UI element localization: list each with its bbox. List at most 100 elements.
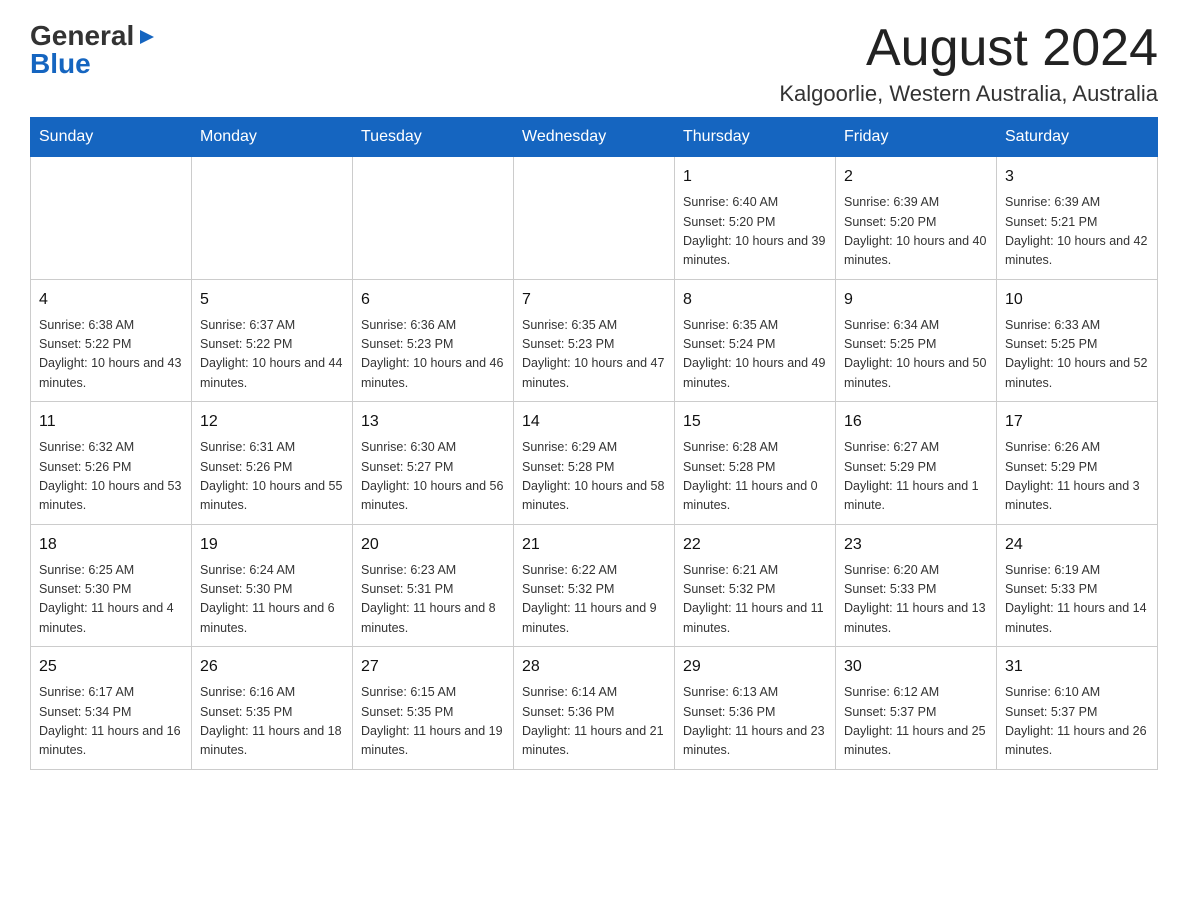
calendar-day-cell: 27 Sunrise: 6:15 AM Sunset: 5:35 PM Dayli… bbox=[353, 647, 514, 770]
day-number: 7 bbox=[522, 288, 666, 312]
day-number: 4 bbox=[39, 288, 183, 312]
day-info: Sunrise: 6:22 AM Sunset: 5:32 PM Dayligh… bbox=[522, 561, 666, 639]
calendar-day-cell: 1Sunrise: 6:40 AM Sunset: 5:20 PM Daylig… bbox=[675, 157, 836, 280]
page-header: General Blue August 2024 Kalgoorlie, Wes… bbox=[30, 20, 1158, 107]
day-number: 12 bbox=[200, 410, 344, 434]
day-number: 21 bbox=[522, 533, 666, 557]
day-number: 15 bbox=[683, 410, 827, 434]
day-number: 27 bbox=[361, 655, 505, 679]
day-number: 11 bbox=[39, 410, 183, 434]
calendar-day-cell: 30 Sunrise: 6:12 AM Sunset: 5:37 PM Dayli… bbox=[836, 647, 997, 770]
day-number: 28 bbox=[522, 655, 666, 679]
calendar-day-cell: 16 Sunrise: 6:27 AM Sunset: 5:29 PM Dayli… bbox=[836, 402, 997, 525]
logo-triangle-icon bbox=[136, 26, 158, 48]
day-number: 14 bbox=[522, 410, 666, 434]
calendar-day-cell: 18 Sunrise: 6:25 AM Sunset: 5:30 PM Dayli… bbox=[31, 524, 192, 647]
day-number: 18 bbox=[39, 533, 183, 557]
calendar-day-cell: 17 Sunrise: 6:26 AM Sunset: 5:29 PM Dayli… bbox=[997, 402, 1158, 525]
day-info: Sunrise: 6:15 AM Sunset: 5:35 PM Dayligh… bbox=[361, 683, 505, 761]
calendar-day-cell: 25Sunrise: 6:17 AM Sunset: 5:34 PM Dayli… bbox=[31, 647, 192, 770]
calendar-day-cell: 6 Sunrise: 6:36 AM Sunset: 5:23 PM Daylig… bbox=[353, 279, 514, 402]
day-number: 1 bbox=[683, 165, 827, 189]
day-info: Sunrise: 6:31 AM Sunset: 5:26 PM Dayligh… bbox=[200, 438, 344, 516]
day-info: Sunrise: 6:32 AM Sunset: 5:26 PM Dayligh… bbox=[39, 438, 183, 516]
calendar-day-cell: 12 Sunrise: 6:31 AM Sunset: 5:26 PM Dayli… bbox=[192, 402, 353, 525]
day-number: 3 bbox=[1005, 165, 1149, 189]
calendar-header-row: SundayMondayTuesdayWednesdayThursdayFrid… bbox=[31, 118, 1158, 157]
calendar-empty-cell bbox=[353, 157, 514, 280]
day-info: Sunrise: 6:36 AM Sunset: 5:23 PM Dayligh… bbox=[361, 316, 505, 394]
calendar-empty-cell bbox=[514, 157, 675, 280]
day-info: Sunrise: 6:26 AM Sunset: 5:29 PM Dayligh… bbox=[1005, 438, 1149, 516]
weekday-header-saturday: Saturday bbox=[997, 118, 1158, 157]
location-title: Kalgoorlie, Western Australia, Australia bbox=[779, 81, 1158, 107]
calendar-day-cell: 24 Sunrise: 6:19 AM Sunset: 5:33 PM Dayli… bbox=[997, 524, 1158, 647]
calendar-day-cell: 20 Sunrise: 6:23 AM Sunset: 5:31 PM Dayli… bbox=[353, 524, 514, 647]
calendar-day-cell: 7 Sunrise: 6:35 AM Sunset: 5:23 PM Daylig… bbox=[514, 279, 675, 402]
day-info: Sunrise: 6:25 AM Sunset: 5:30 PM Dayligh… bbox=[39, 561, 183, 639]
day-info: Sunrise: 6:13 AM Sunset: 5:36 PM Dayligh… bbox=[683, 683, 827, 761]
day-number: 23 bbox=[844, 533, 988, 557]
day-info: Sunrise: 6:17 AM Sunset: 5:34 PM Dayligh… bbox=[39, 683, 183, 761]
calendar-day-cell: 9 Sunrise: 6:34 AM Sunset: 5:25 PM Daylig… bbox=[836, 279, 997, 402]
calendar-empty-cell bbox=[31, 157, 192, 280]
weekday-header-monday: Monday bbox=[192, 118, 353, 157]
day-info: Sunrise: 6:35 AM Sunset: 5:23 PM Dayligh… bbox=[522, 316, 666, 394]
day-info: Sunrise: 6:33 AM Sunset: 5:25 PM Dayligh… bbox=[1005, 316, 1149, 394]
calendar-day-cell: 14 Sunrise: 6:29 AM Sunset: 5:28 PM Dayli… bbox=[514, 402, 675, 525]
calendar-day-cell: 13Sunrise: 6:30 AM Sunset: 5:27 PM Dayli… bbox=[353, 402, 514, 525]
day-number: 9 bbox=[844, 288, 988, 312]
calendar-table: SundayMondayTuesdayWednesdayThursdayFrid… bbox=[30, 117, 1158, 770]
weekday-header-thursday: Thursday bbox=[675, 118, 836, 157]
day-info: Sunrise: 6:35 AM Sunset: 5:24 PM Dayligh… bbox=[683, 316, 827, 394]
title-area: August 2024 Kalgoorlie, Western Australi… bbox=[779, 20, 1158, 107]
calendar-week-row: 1Sunrise: 6:40 AM Sunset: 5:20 PM Daylig… bbox=[31, 157, 1158, 280]
day-info: Sunrise: 6:19 AM Sunset: 5:33 PM Dayligh… bbox=[1005, 561, 1149, 639]
day-info: Sunrise: 6:14 AM Sunset: 5:36 PM Dayligh… bbox=[522, 683, 666, 761]
day-info: Sunrise: 6:34 AM Sunset: 5:25 PM Dayligh… bbox=[844, 316, 988, 394]
day-info: Sunrise: 6:20 AM Sunset: 5:33 PM Dayligh… bbox=[844, 561, 988, 639]
day-info: Sunrise: 6:39 AM Sunset: 5:21 PM Dayligh… bbox=[1005, 193, 1149, 271]
day-number: 24 bbox=[1005, 533, 1149, 557]
calendar-day-cell: 31 Sunrise: 6:10 AM Sunset: 5:37 PM Dayli… bbox=[997, 647, 1158, 770]
calendar-day-cell: 10 Sunrise: 6:33 AM Sunset: 5:25 PM Dayli… bbox=[997, 279, 1158, 402]
day-number: 8 bbox=[683, 288, 827, 312]
day-info: Sunrise: 6:39 AM Sunset: 5:20 PM Dayligh… bbox=[844, 193, 988, 271]
day-number: 22 bbox=[683, 533, 827, 557]
day-info: Sunrise: 6:10 AM Sunset: 5:37 PM Dayligh… bbox=[1005, 683, 1149, 761]
day-number: 16 bbox=[844, 410, 988, 434]
calendar-week-row: 25Sunrise: 6:17 AM Sunset: 5:34 PM Dayli… bbox=[31, 647, 1158, 770]
calendar-day-cell: 23 Sunrise: 6:20 AM Sunset: 5:33 PM Dayli… bbox=[836, 524, 997, 647]
day-number: 26 bbox=[200, 655, 344, 679]
day-info: Sunrise: 6:27 AM Sunset: 5:29 PM Dayligh… bbox=[844, 438, 988, 516]
day-number: 13 bbox=[361, 410, 505, 434]
day-number: 31 bbox=[1005, 655, 1149, 679]
day-number: 19 bbox=[200, 533, 344, 557]
calendar-day-cell: 2 Sunrise: 6:39 AM Sunset: 5:20 PM Daylig… bbox=[836, 157, 997, 280]
weekday-header-friday: Friday bbox=[836, 118, 997, 157]
day-info: Sunrise: 6:29 AM Sunset: 5:28 PM Dayligh… bbox=[522, 438, 666, 516]
day-number: 6 bbox=[361, 288, 505, 312]
calendar-day-cell: 22Sunrise: 6:21 AM Sunset: 5:32 PM Dayli… bbox=[675, 524, 836, 647]
day-number: 29 bbox=[683, 655, 827, 679]
weekday-header-sunday: Sunday bbox=[31, 118, 192, 157]
day-number: 10 bbox=[1005, 288, 1149, 312]
day-number: 2 bbox=[844, 165, 988, 189]
calendar-day-cell: 19Sunrise: 6:24 AM Sunset: 5:30 PM Dayli… bbox=[192, 524, 353, 647]
day-info: Sunrise: 6:12 AM Sunset: 5:37 PM Dayligh… bbox=[844, 683, 988, 761]
day-number: 17 bbox=[1005, 410, 1149, 434]
calendar-week-row: 11 Sunrise: 6:32 AM Sunset: 5:26 PM Dayli… bbox=[31, 402, 1158, 525]
logo-blue-text: Blue bbox=[30, 48, 91, 80]
weekday-header-tuesday: Tuesday bbox=[353, 118, 514, 157]
calendar-day-cell: 11 Sunrise: 6:32 AM Sunset: 5:26 PM Dayli… bbox=[31, 402, 192, 525]
day-info: Sunrise: 6:37 AM Sunset: 5:22 PM Dayligh… bbox=[200, 316, 344, 394]
day-info: Sunrise: 6:38 AM Sunset: 5:22 PM Dayligh… bbox=[39, 316, 183, 394]
day-number: 5 bbox=[200, 288, 344, 312]
day-number: 30 bbox=[844, 655, 988, 679]
day-number: 20 bbox=[361, 533, 505, 557]
day-info: Sunrise: 6:16 AM Sunset: 5:35 PM Dayligh… bbox=[200, 683, 344, 761]
calendar-week-row: 4 Sunrise: 6:38 AM Sunset: 5:22 PM Daylig… bbox=[31, 279, 1158, 402]
calendar-day-cell: 8 Sunrise: 6:35 AM Sunset: 5:24 PM Daylig… bbox=[675, 279, 836, 402]
calendar-day-cell: 29 Sunrise: 6:13 AM Sunset: 5:36 PM Dayli… bbox=[675, 647, 836, 770]
day-info: Sunrise: 6:23 AM Sunset: 5:31 PM Dayligh… bbox=[361, 561, 505, 639]
